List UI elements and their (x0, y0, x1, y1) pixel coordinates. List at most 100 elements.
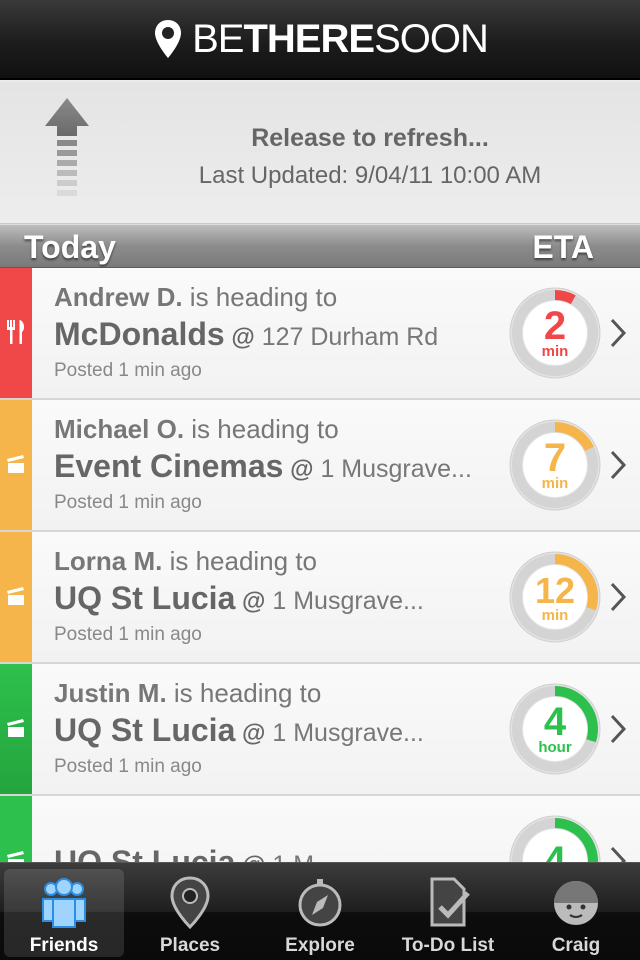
at-symbol: @ (235, 720, 266, 747)
refresh-title: Release to refresh... (251, 124, 489, 152)
place-name: UQ St Lucia (54, 844, 236, 862)
destination-line: Event Cinemas @ 1 Musgrave... (54, 448, 472, 485)
section-title-eta: ETA (532, 229, 594, 265)
eta-value: 2 (544, 304, 566, 348)
category-strip (0, 664, 32, 794)
category-strip (0, 796, 32, 862)
up-arrow-icon (45, 98, 89, 196)
destination-line: McDonalds @ 127 Durham Rd (54, 316, 438, 353)
eta-progress-arc (554, 290, 576, 305)
heading-text: is heading to (184, 414, 339, 444)
heading-text: is heading to (166, 678, 322, 708)
map-pin-icon (170, 876, 210, 929)
category-strip (0, 400, 32, 530)
place-address: 127 Durham Rd (254, 323, 439, 351)
eta-value: 7 (544, 436, 566, 480)
app-header: BE THERE SOON (0, 0, 640, 80)
friends-activity-list[interactable]: Andrew D. is heading to McDonalds @ 127 D… (0, 268, 640, 862)
tab-label: Explore (285, 935, 355, 956)
clapperboard-icon (7, 851, 24, 862)
eta-value: 12 (535, 570, 575, 611)
category-strip (0, 532, 32, 662)
chevron-right-icon[interactable] (608, 448, 628, 482)
place-address: 1 Musgrave... (313, 455, 472, 483)
place-name: McDonalds (54, 316, 225, 352)
friend-name: Justin M. (54, 678, 167, 708)
section-title-today: Today (24, 229, 116, 265)
clapperboard-icon (7, 587, 24, 605)
eta-ring: 4hour (509, 683, 601, 775)
logo-text-soon: SOON (374, 16, 489, 61)
tab-bar: Friends Places Explore To-Do List Craig (0, 862, 640, 960)
chevron-right-icon[interactable] (608, 580, 628, 614)
destination-line: UQ St Lucia @ 1 Musgrave... (54, 712, 424, 749)
eta-ring: 4 (509, 815, 601, 862)
eta-ring: 2min (509, 287, 601, 379)
eta-value: 4 (544, 700, 567, 744)
tab-explore[interactable]: Explore (260, 869, 380, 957)
heading-text: is heading to (182, 282, 338, 312)
chevron-right-icon[interactable] (608, 316, 628, 350)
tab-label: To-Do List (401, 935, 495, 956)
fork-knife-icon (7, 320, 25, 344)
at-symbol: @ (224, 324, 255, 351)
eta-unit: min (542, 607, 569, 624)
list-item[interactable]: Andrew D. is heading to McDonalds @ 127 D… (0, 268, 640, 400)
list-item[interactable]: UQ St Lucia @ 1 M 4 (0, 796, 640, 862)
place-name: UQ St Lucia (54, 712, 236, 748)
tab-friends[interactable]: Friends (4, 869, 124, 957)
posted-time: Posted 1 min ago (54, 360, 202, 381)
todo-list-icon (430, 877, 470, 927)
at-symbol: @ (235, 588, 266, 615)
friend-line: Andrew D. is heading to (54, 282, 337, 313)
place-name: UQ St Lucia (54, 580, 236, 616)
destination-line: UQ St Lucia @ 1 M (54, 844, 314, 862)
destination-line: UQ St Lucia @ 1 Musgrave... (54, 580, 424, 617)
place-address: 1 Musgrave... (265, 587, 424, 615)
place-address: 1 Musgrave... (265, 719, 424, 747)
pull-to-refresh[interactable]: Release to refresh... Last Updated: 9/04… (0, 82, 640, 224)
eta-value: 4 (544, 839, 567, 862)
section-header: Today ETA (0, 224, 640, 268)
list-item[interactable]: Lorna M. is heading to UQ St Lucia @ 1 Mu… (0, 532, 640, 664)
tab-label: Craig (551, 935, 601, 956)
friend-line: Lorna M. is heading to (54, 546, 317, 577)
posted-time: Posted 1 min ago (54, 756, 202, 777)
clapperboard-icon (7, 719, 24, 737)
map-pin-icon (155, 20, 182, 58)
clapperboard-icon (7, 455, 24, 473)
list-item[interactable]: Michael O. is heading to Event Cinemas @ … (0, 400, 640, 532)
friends-icon (42, 878, 86, 928)
friend-name: Michael O. (54, 414, 185, 444)
category-strip (0, 268, 32, 398)
app-logo: BE THERE SOON (152, 16, 489, 62)
list-item[interactable]: Justin M. is heading to UQ St Lucia @ 1 M… (0, 664, 640, 796)
eta-unit: min (542, 475, 569, 492)
place-address: 1 M (265, 851, 314, 862)
place-name: Event Cinemas (54, 448, 284, 484)
tab-places[interactable]: Places (130, 869, 250, 957)
tab-to-do-list[interactable]: To-Do List (388, 869, 508, 957)
posted-time: Posted 1 min ago (54, 492, 202, 513)
tab-craig[interactable]: Craig (516, 869, 636, 957)
logo-text-there: THERE (243, 16, 375, 61)
friend-name: Andrew D. (54, 282, 183, 312)
friend-line: Justin M. is heading to (54, 678, 321, 709)
tab-label: Friends (29, 935, 99, 956)
friend-line: Michael O. is heading to (54, 414, 339, 445)
eta-unit: hour (538, 739, 571, 756)
posted-time: Posted 1 min ago (54, 624, 202, 645)
at-symbol: @ (235, 852, 265, 862)
chevron-right-icon[interactable] (608, 844, 628, 862)
eta-unit: min (542, 343, 569, 360)
friend-name: Lorna M. (54, 546, 163, 576)
eta-ring: 7min (509, 419, 601, 511)
heading-text: is heading to (162, 546, 318, 576)
at-symbol: @ (283, 456, 314, 483)
compass-icon (298, 879, 342, 927)
eta-ring: 12min (509, 551, 601, 643)
last-updated-text: Last Updated: 9/04/11 10:00 AM (198, 162, 542, 189)
avatar-icon (554, 881, 598, 925)
tab-label: Places (159, 935, 221, 956)
chevron-right-icon[interactable] (608, 712, 628, 746)
